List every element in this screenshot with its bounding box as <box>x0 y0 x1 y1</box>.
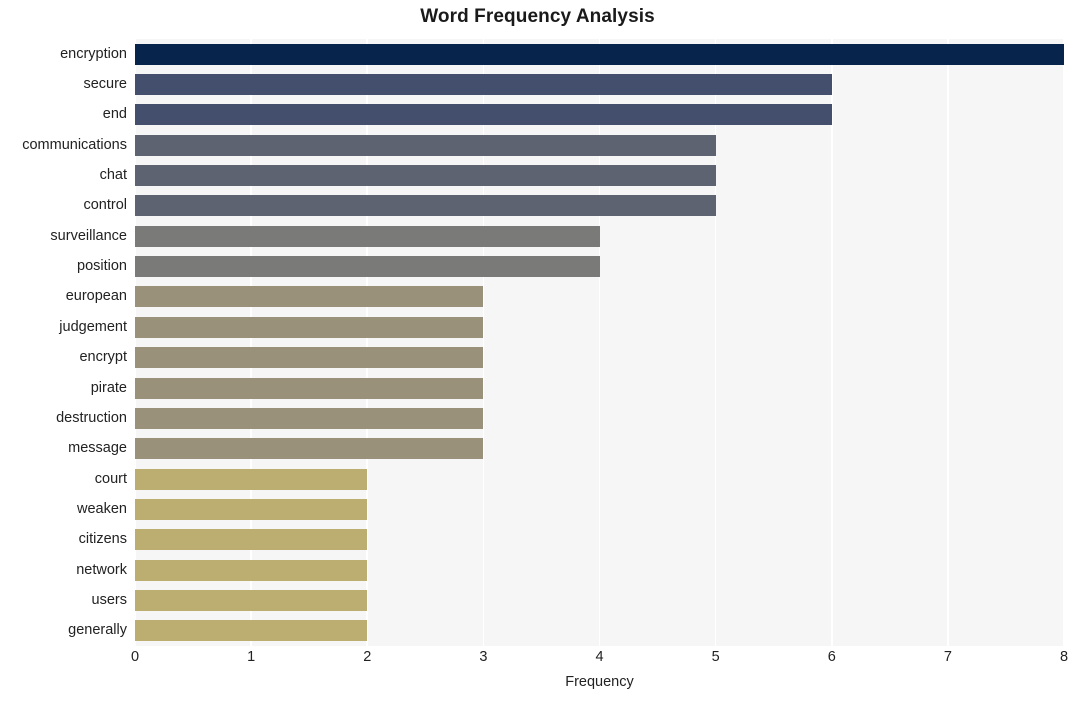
y-axis-tick-labels: encryption secure end communications chat con… <box>0 39 135 646</box>
y-tick-label-secure: secure <box>83 76 127 93</box>
y-tick-label-court: court <box>94 470 127 487</box>
x-axis-tick-labels: 0 1 2 3 4 5 6 7 8 <box>131 649 1068 671</box>
y-tick-label-control: control <box>83 197 127 214</box>
word-frequency-chart-figure: Word Frequency Analysis encryption secure… <box>0 0 1075 701</box>
y-tick-label-network: network <box>76 561 127 578</box>
x-tick-label-1: 1 <box>247 649 256 665</box>
x-tick-label-5: 5 <box>711 649 720 665</box>
x-tick-label-0: 0 <box>130 649 140 665</box>
bar-network <box>135 559 368 581</box>
y-tick-label-surveillance: surveillance <box>50 227 127 244</box>
bar-users <box>135 589 368 611</box>
gridline-x-1 <box>250 39 252 646</box>
bar-position <box>135 256 600 278</box>
gridline-x-5 <box>714 39 717 646</box>
gridline-x-0 <box>135 39 136 646</box>
page-title: Word Frequency Analysis <box>420 6 655 27</box>
y-tick-label-generally: generally <box>68 622 127 639</box>
y-tick-label-position: position <box>77 258 127 275</box>
bar-secure <box>135 74 832 96</box>
bar-weaken <box>135 498 368 520</box>
y-tick-label-chat: chat <box>99 167 127 184</box>
y-tick-label-judgement: judgement <box>59 318 127 335</box>
gridline-x-3 <box>482 39 485 646</box>
x-tick-label-2: 2 <box>363 649 372 665</box>
bar-european <box>135 286 484 308</box>
bar-message <box>135 438 484 460</box>
bar-communications <box>135 134 716 156</box>
y-tick-label-pirate: pirate <box>90 379 127 396</box>
bar-encryption <box>135 43 1064 65</box>
gridline-x-4 <box>598 39 601 646</box>
bar-surveillance <box>135 225 600 247</box>
y-tick-label-european: european <box>65 288 127 305</box>
gridline-x-7 <box>947 39 949 646</box>
y-tick-label-encrypt: encrypt <box>79 349 127 366</box>
x-tick-label-6: 6 <box>827 649 836 665</box>
bar-generally <box>135 620 368 642</box>
x-tick-label-4: 4 <box>595 649 604 665</box>
y-tick-label-weaken: weaken <box>77 500 127 517</box>
y-tick-label-users: users <box>91 591 127 608</box>
plot-area <box>135 39 1064 646</box>
bar-encrypt <box>135 347 484 369</box>
bar-judgement <box>135 316 484 338</box>
gridline-x-6 <box>830 39 833 646</box>
y-tick-label-citizens: citizens <box>78 531 127 548</box>
y-tick-label-encryption: encryption <box>60 45 127 62</box>
bar-control <box>135 195 716 217</box>
bar-end <box>135 104 832 126</box>
x-axis-label: Frequency <box>565 674 634 690</box>
bar-destruction <box>135 407 484 429</box>
gridline-x-8 <box>1063 39 1064 646</box>
y-tick-label-message: message <box>68 440 127 457</box>
bar-court <box>135 468 368 490</box>
bar-chat <box>135 165 716 187</box>
x-tick-label-3: 3 <box>479 649 488 665</box>
x-tick-label-8: 8 <box>1059 649 1069 665</box>
x-tick-label-7: 7 <box>943 649 952 665</box>
bar-pirate <box>135 377 484 399</box>
bar-citizens <box>135 529 368 551</box>
y-tick-label-end: end <box>102 106 127 123</box>
y-tick-label-communications: communications <box>22 136 127 153</box>
gridline-x-2 <box>366 39 369 646</box>
y-tick-label-destruction: destruction <box>56 409 127 426</box>
